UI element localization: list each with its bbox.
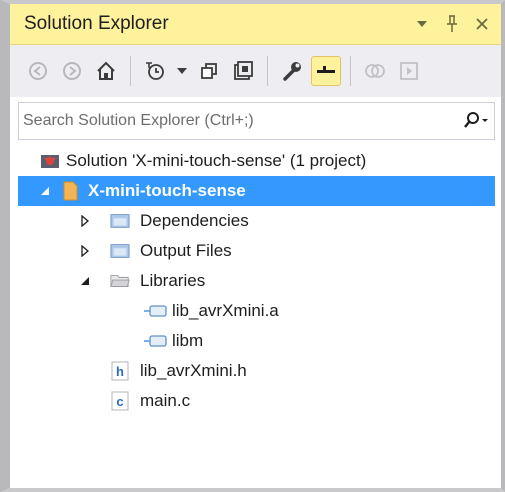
library-reference-icon bbox=[144, 331, 168, 351]
tree-item-lib-avrxmini-a[interactable]: lib_avrXmini.a bbox=[18, 296, 495, 326]
home-icon[interactable] bbox=[92, 57, 120, 85]
toolbar-separator bbox=[130, 56, 131, 86]
close-icon[interactable] bbox=[473, 15, 491, 33]
solution-explorer-window: Solution Explorer Search Solution Explor… bbox=[0, 0, 505, 492]
svg-text:h: h bbox=[116, 364, 124, 379]
search-box[interactable] bbox=[18, 102, 495, 140]
project-icon bbox=[60, 181, 80, 201]
dropdown-icon[interactable] bbox=[413, 15, 431, 33]
collapsed-arrow-icon[interactable] bbox=[78, 244, 92, 258]
tree-item-label: libm bbox=[172, 331, 204, 350]
tree-item-dependencies[interactable]: Dependencies bbox=[18, 206, 495, 236]
view-code-icon[interactable] bbox=[395, 57, 423, 85]
title-controls bbox=[413, 15, 491, 33]
collapsed-arrow-icon[interactable] bbox=[78, 214, 92, 228]
pending-changes-filter-icon[interactable] bbox=[141, 57, 169, 85]
tree-item-label: lib_avrXmini.a bbox=[172, 301, 279, 320]
search-input[interactable] bbox=[19, 111, 456, 131]
c-file-icon: c bbox=[110, 391, 130, 411]
expanded-arrow-icon[interactable] bbox=[78, 274, 92, 288]
tree-item-libm[interactable]: libm bbox=[18, 326, 495, 356]
svg-text:c: c bbox=[116, 394, 123, 409]
solution-icon bbox=[40, 151, 60, 171]
tree-item-label: X-mini-touch-sense bbox=[88, 181, 246, 200]
search-icon[interactable] bbox=[456, 103, 494, 139]
tree-item-label: main.c bbox=[140, 391, 191, 410]
header-file-icon: h bbox=[110, 361, 130, 381]
tree-item-label: Dependencies bbox=[140, 211, 249, 230]
toolbar-separator bbox=[350, 56, 351, 86]
tree-item-solution[interactable]: Solution 'X-mini-touch-sense' (1 project… bbox=[18, 146, 495, 176]
expanded-arrow-icon[interactable] bbox=[38, 184, 52, 198]
folder-icon bbox=[110, 241, 130, 261]
tree-item-label: Libraries bbox=[140, 271, 206, 290]
collapse-all-icon[interactable] bbox=[229, 57, 257, 85]
tree-item-output-files[interactable]: Output Files bbox=[18, 236, 495, 266]
sync-view-icon[interactable] bbox=[195, 57, 223, 85]
properties-wrench-icon[interactable] bbox=[278, 57, 306, 85]
tree-item-libraries[interactable]: Libraries bbox=[18, 266, 495, 296]
pin-icon[interactable] bbox=[443, 15, 461, 33]
open-folder-icon bbox=[110, 271, 130, 291]
toolbar bbox=[10, 45, 501, 97]
tree-item-label: Output Files bbox=[140, 241, 232, 260]
tree-item-project[interactable]: X-mini-touch-sense bbox=[18, 176, 495, 206]
tree-item-label: Solution 'X-mini-touch-sense' (1 project… bbox=[66, 151, 367, 170]
panel-title: Solution Explorer bbox=[24, 13, 169, 34]
view-class-diagram-icon[interactable] bbox=[361, 57, 389, 85]
title-bar: Solution Explorer bbox=[10, 4, 501, 45]
folder-icon bbox=[110, 211, 130, 231]
toolbar-separator bbox=[267, 56, 268, 86]
back-icon[interactable] bbox=[24, 57, 52, 85]
library-reference-icon bbox=[144, 301, 168, 321]
tree-item-main-c[interactable]: c main.c bbox=[18, 386, 495, 416]
chevron-down-icon[interactable] bbox=[175, 57, 189, 85]
tree-item-lib-avrxmini-h[interactable]: h lib_avrXmini.h bbox=[18, 356, 495, 386]
tree-item-label: lib_avrXmini.h bbox=[140, 361, 247, 380]
solution-tree: Solution 'X-mini-touch-sense' (1 project… bbox=[18, 146, 495, 416]
forward-icon[interactable] bbox=[58, 57, 86, 85]
preview-selected-items-icon[interactable] bbox=[311, 56, 341, 86]
